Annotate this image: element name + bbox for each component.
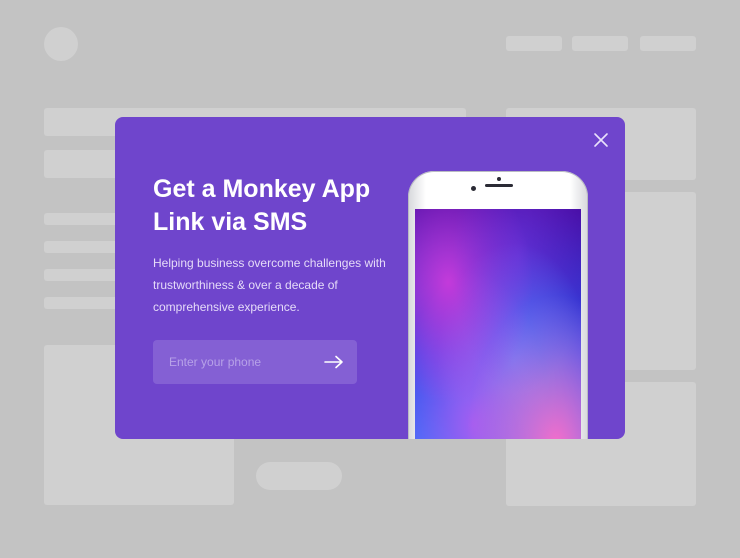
camera-dot (497, 177, 501, 181)
nav-placeholder (640, 36, 696, 51)
nav-placeholder (572, 36, 628, 51)
button-placeholder (256, 462, 342, 490)
nav-placeholder (506, 36, 562, 51)
modal-description: Helping business overcome challenges wit… (153, 256, 386, 314)
camera-lens (471, 186, 476, 191)
phone-mockup (408, 171, 588, 439)
modal-title: Get a Monkey App Link via SMS (153, 175, 371, 236)
submit-button[interactable] (323, 351, 345, 373)
phone-screen (415, 209, 581, 439)
phone-speaker (485, 184, 513, 187)
sms-link-modal: Get a Monkey App Link via SMS Helping bu… (115, 117, 625, 439)
logo-placeholder (44, 27, 78, 61)
phone-form (153, 340, 357, 384)
close-icon (594, 133, 608, 147)
close-button[interactable] (591, 130, 611, 150)
arrow-right-icon (324, 355, 343, 369)
phone-input[interactable] (153, 340, 329, 384)
